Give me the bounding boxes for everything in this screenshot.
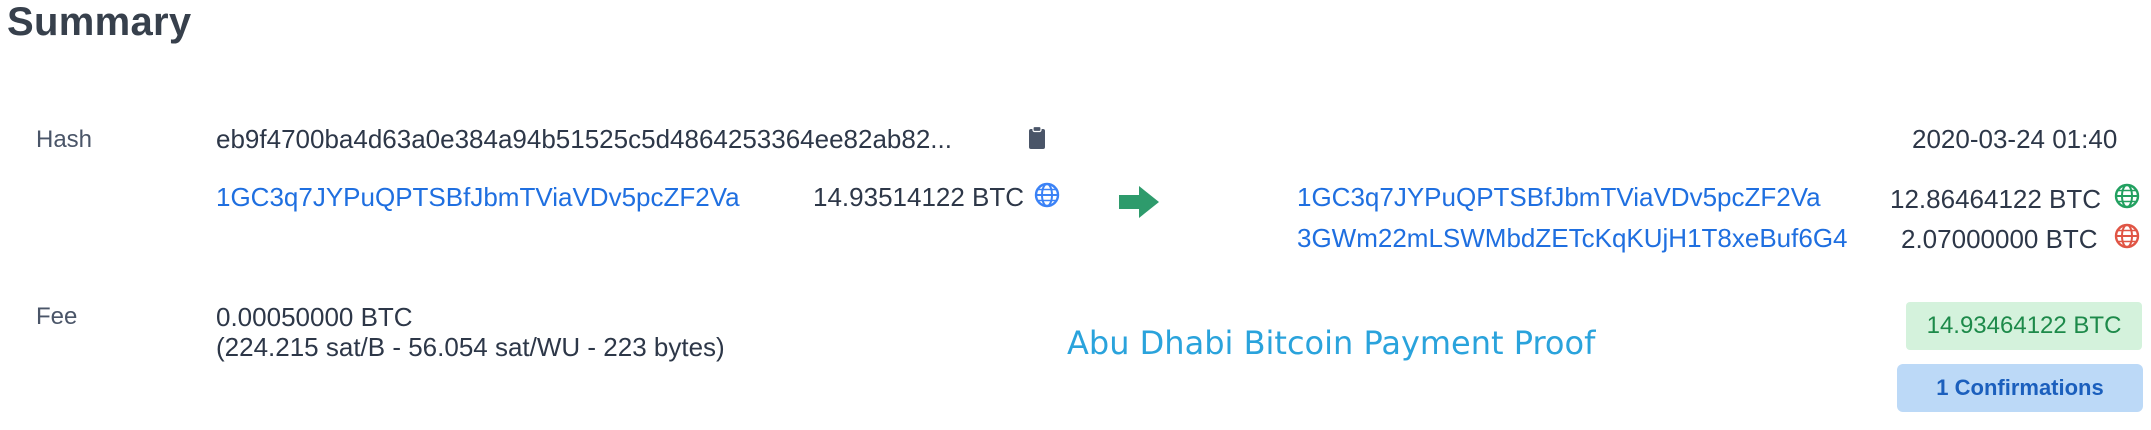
output-address-link[interactable]: 3GWm22mLSWMbdZETcKqKUjH1T8xeBuf6G4 <box>1297 223 1848 254</box>
arrow-right-icon <box>1119 186 1159 223</box>
transaction-hash[interactable]: eb9f4700ba4d63a0e384a94b51525c5d48642533… <box>216 124 952 155</box>
watermark-text: Abu Dhabi Bitcoin Payment Proof <box>1067 324 1596 362</box>
output-amount: 2.07000000 BTC <box>1901 224 2098 254</box>
clipboard-icon[interactable] <box>1028 125 1046 155</box>
page-title: Summary <box>7 0 192 44</box>
fee-detail: (224.215 sat/B - 56.054 sat/WU - 223 byt… <box>216 332 725 362</box>
globe-icon[interactable] <box>2114 223 2140 254</box>
total-amount-badge: 14.93464122 BTC <box>1906 302 2142 350</box>
output-address-link[interactable]: 1GC3q7JYPuQPTSBfJbmTViaVDv5pcZF2Va <box>1297 182 1821 213</box>
output-amount: 12.86464122 BTC <box>1890 184 2102 214</box>
globe-icon[interactable] <box>1034 182 1060 213</box>
transaction-timestamp: 2020-03-24 01:40 <box>1912 124 2118 154</box>
input-address-link[interactable]: 1GC3q7JYPuQPTSBfJbmTViaVDv5pcZF2Va <box>216 182 740 213</box>
input-amount: 14.93514122 BTC <box>813 182 1025 212</box>
globe-icon[interactable] <box>2114 183 2140 214</box>
confirmations-badge[interactable]: 1 Confirmations <box>1897 364 2143 412</box>
fee-label: Fee <box>36 303 78 330</box>
fee-value: 0.00050000 BTC <box>216 302 413 332</box>
hash-label: Hash <box>36 126 93 153</box>
